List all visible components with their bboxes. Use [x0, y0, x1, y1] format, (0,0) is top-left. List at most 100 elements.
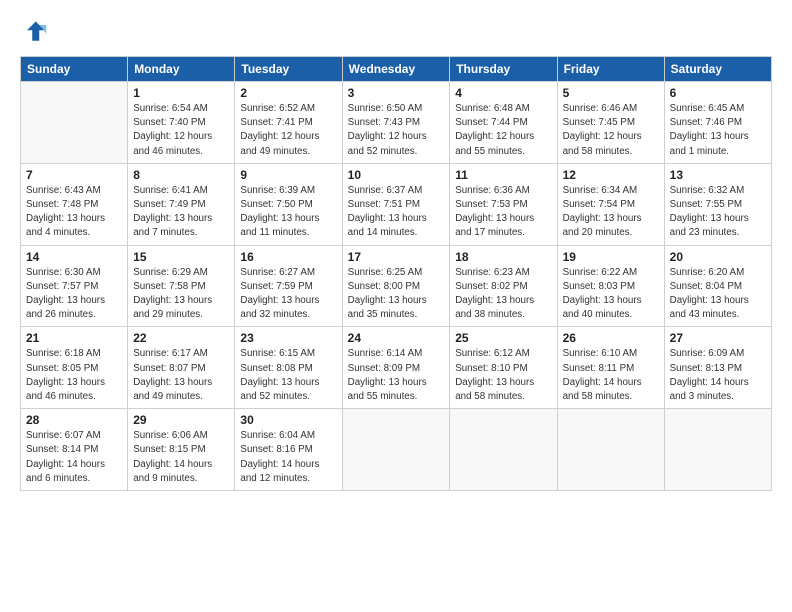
day-cell: 29 Sunrise: 6:06 AMSunset: 8:15 PMDayligh… — [128, 409, 235, 491]
day-cell: 19 Sunrise: 6:22 AMSunset: 8:03 PMDayligh… — [557, 245, 664, 327]
day-cell: 4 Sunrise: 6:48 AMSunset: 7:44 PMDaylight… — [450, 82, 557, 164]
day-number: 20 — [670, 250, 766, 264]
day-info: Sunrise: 6:36 AMSunset: 7:53 PMDaylight:… — [455, 184, 551, 241]
day-info: Sunrise: 6:04 AMSunset: 8:16 PMDaylight:… — [240, 429, 336, 486]
day-number: 24 — [348, 331, 445, 345]
day-info: Sunrise: 6:50 AMSunset: 7:43 PMDaylight:… — [348, 102, 445, 159]
day-number: 4 — [455, 86, 551, 100]
day-number: 28 — [26, 413, 122, 427]
day-cell: 18Sunrise: 6:23 AMSunset: 8:02 PMDayligh… — [450, 245, 557, 327]
day-cell: 20 Sunrise: 6:20 AMSunset: 8:04 PMDayligh… — [664, 245, 771, 327]
day-cell: 27 Sunrise: 6:09 AMSunset: 8:13 PMDayligh… — [664, 327, 771, 409]
day-cell: 2 Sunrise: 6:52 AMSunset: 7:41 PMDaylight… — [235, 82, 342, 164]
logo-icon — [20, 18, 48, 46]
day-info: Sunrise: 6:18 AMSunset: 8:05 PMDaylight:… — [26, 347, 122, 404]
day-info: Sunrise: 6:32 AMSunset: 7:55 PMDaylight:… — [670, 184, 766, 241]
day-cell: 6Sunrise: 6:45 AMSunset: 7:46 PMDaylight… — [664, 82, 771, 164]
day-number: 11 — [455, 168, 551, 182]
day-cell: 8 Sunrise: 6:41 AMSunset: 7:49 PMDaylight… — [128, 163, 235, 245]
day-info: Sunrise: 6:23 AMSunset: 8:02 PMDaylight:… — [455, 266, 551, 323]
weekday-header-wednesday: Wednesday — [342, 57, 450, 82]
day-number: 7 — [26, 168, 122, 182]
day-info: Sunrise: 6:22 AMSunset: 8:03 PMDaylight:… — [563, 266, 659, 323]
day-cell: 12 Sunrise: 6:34 AMSunset: 7:54 PMDayligh… — [557, 163, 664, 245]
day-number: 5 — [563, 86, 659, 100]
day-number: 25 — [455, 331, 551, 345]
week-row-3: 14 Sunrise: 6:30 AMSunset: 7:57 PMDayligh… — [21, 245, 772, 327]
day-info: Sunrise: 6:46 AMSunset: 7:45 PMDaylight:… — [563, 102, 659, 159]
day-number: 3 — [348, 86, 445, 100]
weekday-header-thursday: Thursday — [450, 57, 557, 82]
day-cell: 15 Sunrise: 6:29 AMSunset: 7:58 PMDayligh… — [128, 245, 235, 327]
day-cell: 9 Sunrise: 6:39 AMSunset: 7:50 PMDaylight… — [235, 163, 342, 245]
day-number: 26 — [563, 331, 659, 345]
day-info: Sunrise: 6:09 AMSunset: 8:13 PMDaylight:… — [670, 347, 766, 404]
day-cell — [664, 409, 771, 491]
day-cell: 30 Sunrise: 6:04 AMSunset: 8:16 PMDayligh… — [235, 409, 342, 491]
day-number: 9 — [240, 168, 336, 182]
day-cell: 28 Sunrise: 6:07 AMSunset: 8:14 PMDayligh… — [21, 409, 128, 491]
day-info: Sunrise: 6:34 AMSunset: 7:54 PMDaylight:… — [563, 184, 659, 241]
day-cell: 26 Sunrise: 6:10 AMSunset: 8:11 PMDayligh… — [557, 327, 664, 409]
day-info: Sunrise: 6:52 AMSunset: 7:41 PMDaylight:… — [240, 102, 336, 159]
day-info: Sunrise: 6:39 AMSunset: 7:50 PMDaylight:… — [240, 184, 336, 241]
day-info: Sunrise: 6:27 AMSunset: 7:59 PMDaylight:… — [240, 266, 336, 323]
day-cell: 1 Sunrise: 6:54 AMSunset: 7:40 PMDaylight… — [128, 82, 235, 164]
day-info: Sunrise: 6:10 AMSunset: 8:11 PMDaylight:… — [563, 347, 659, 404]
calendar-table: SundayMondayTuesdayWednesdayThursdayFrid… — [20, 56, 772, 491]
day-info: Sunrise: 6:41 AMSunset: 7:49 PMDaylight:… — [133, 184, 229, 241]
day-number: 19 — [563, 250, 659, 264]
day-info: Sunrise: 6:37 AMSunset: 7:51 PMDaylight:… — [348, 184, 445, 241]
day-number: 2 — [240, 86, 336, 100]
weekday-header-monday: Monday — [128, 57, 235, 82]
day-info: Sunrise: 6:20 AMSunset: 8:04 PMDaylight:… — [670, 266, 766, 323]
day-cell: 7 Sunrise: 6:43 AMSunset: 7:48 PMDaylight… — [21, 163, 128, 245]
day-info: Sunrise: 6:30 AMSunset: 7:57 PMDaylight:… — [26, 266, 122, 323]
day-number: 30 — [240, 413, 336, 427]
day-info: Sunrise: 6:17 AMSunset: 8:07 PMDaylight:… — [133, 347, 229, 404]
day-number: 23 — [240, 331, 336, 345]
day-number: 12 — [563, 168, 659, 182]
day-info: Sunrise: 6:29 AMSunset: 7:58 PMDaylight:… — [133, 266, 229, 323]
day-info: Sunrise: 6:07 AMSunset: 8:14 PMDaylight:… — [26, 429, 122, 486]
day-cell — [21, 82, 128, 164]
day-number: 29 — [133, 413, 229, 427]
day-cell — [342, 409, 450, 491]
day-cell: 3 Sunrise: 6:50 AMSunset: 7:43 PMDaylight… — [342, 82, 450, 164]
day-info: Sunrise: 6:14 AMSunset: 8:09 PMDaylight:… — [348, 347, 445, 404]
day-cell: 14 Sunrise: 6:30 AMSunset: 7:57 PMDayligh… — [21, 245, 128, 327]
weekday-header-row: SundayMondayTuesdayWednesdayThursdayFrid… — [21, 57, 772, 82]
day-cell: 25 Sunrise: 6:12 AMSunset: 8:10 PMDayligh… — [450, 327, 557, 409]
week-row-4: 21Sunrise: 6:18 AMSunset: 8:05 PMDayligh… — [21, 327, 772, 409]
day-cell: 17 Sunrise: 6:25 AMSunset: 8:00 PMDayligh… — [342, 245, 450, 327]
day-number: 17 — [348, 250, 445, 264]
day-cell: 10Sunrise: 6:37 AMSunset: 7:51 PMDayligh… — [342, 163, 450, 245]
day-info: Sunrise: 6:43 AMSunset: 7:48 PMDaylight:… — [26, 184, 122, 241]
day-number: 27 — [670, 331, 766, 345]
day-number: 22 — [133, 331, 229, 345]
day-cell: 13Sunrise: 6:32 AMSunset: 7:55 PMDayligh… — [664, 163, 771, 245]
day-cell: 22 Sunrise: 6:17 AMSunset: 8:07 PMDayligh… — [128, 327, 235, 409]
day-cell — [557, 409, 664, 491]
day-info: Sunrise: 6:48 AMSunset: 7:44 PMDaylight:… — [455, 102, 551, 159]
header — [20, 18, 772, 46]
day-cell: 21Sunrise: 6:18 AMSunset: 8:05 PMDayligh… — [21, 327, 128, 409]
day-cell: 16Sunrise: 6:27 AMSunset: 7:59 PMDayligh… — [235, 245, 342, 327]
day-info: Sunrise: 6:54 AMSunset: 7:40 PMDaylight:… — [133, 102, 229, 159]
day-cell — [450, 409, 557, 491]
day-cell: 5 Sunrise: 6:46 AMSunset: 7:45 PMDaylight… — [557, 82, 664, 164]
day-info: Sunrise: 6:25 AMSunset: 8:00 PMDaylight:… — [348, 266, 445, 323]
day-info: Sunrise: 6:06 AMSunset: 8:15 PMDaylight:… — [133, 429, 229, 486]
logo — [20, 18, 52, 46]
week-row-1: 1 Sunrise: 6:54 AMSunset: 7:40 PMDaylight… — [21, 82, 772, 164]
page: SundayMondayTuesdayWednesdayThursdayFrid… — [0, 0, 792, 501]
day-info: Sunrise: 6:12 AMSunset: 8:10 PMDaylight:… — [455, 347, 551, 404]
weekday-header-friday: Friday — [557, 57, 664, 82]
day-number: 6 — [670, 86, 766, 100]
day-cell: 24 Sunrise: 6:14 AMSunset: 8:09 PMDayligh… — [342, 327, 450, 409]
day-number: 1 — [133, 86, 229, 100]
weekday-header-sunday: Sunday — [21, 57, 128, 82]
day-number: 15 — [133, 250, 229, 264]
day-number: 8 — [133, 168, 229, 182]
day-number: 14 — [26, 250, 122, 264]
